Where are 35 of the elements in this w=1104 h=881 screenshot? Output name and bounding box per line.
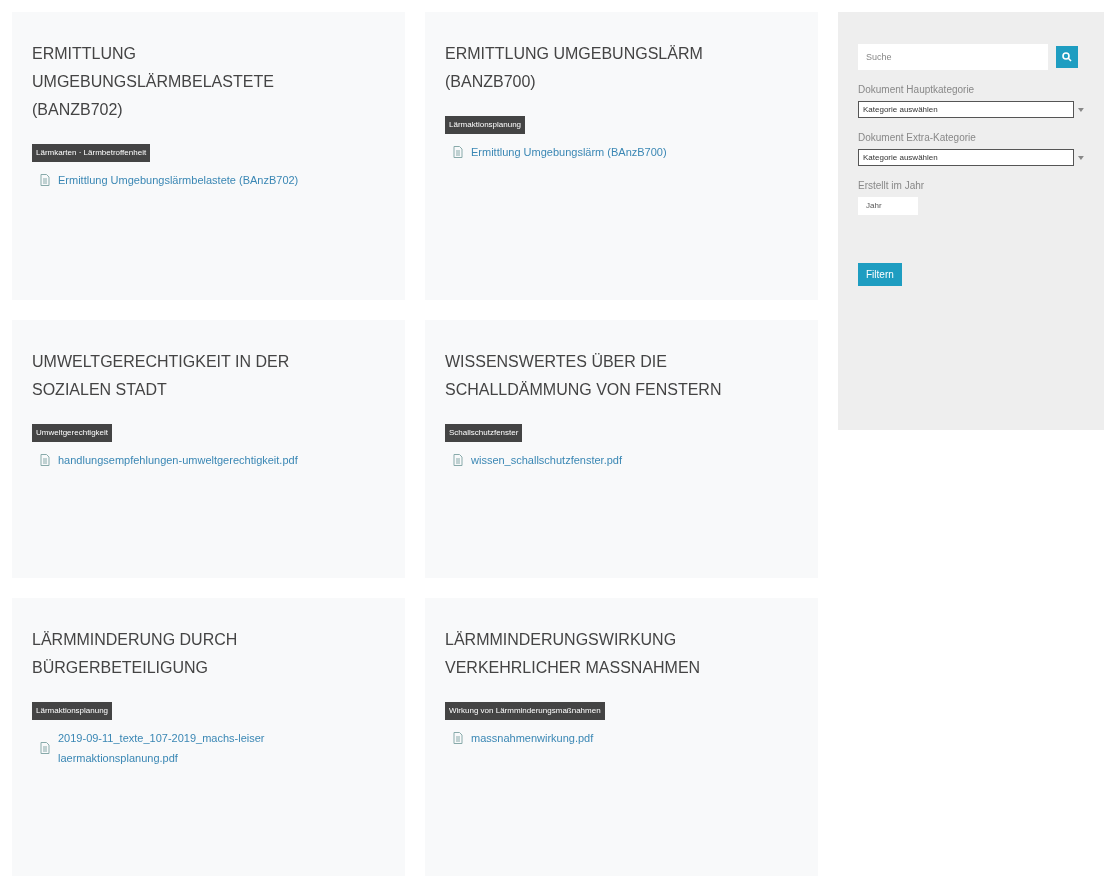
document-icon <box>40 742 50 754</box>
dropdown-arrow-icon[interactable] <box>1078 155 1084 160</box>
file-link[interactable]: 2019-09-11_texte_107-2019_machs-leiser laermaktionsplanung.pdf <box>58 728 308 768</box>
file-link[interactable]: massnahmenwirkung.pdf <box>471 728 721 748</box>
card-title: UMWELTGERECHTIGKEIT IN DER SOZIALEN STADT <box>32 352 291 400</box>
category-select[interactable]: Kategorie auswählen <box>858 101 1075 118</box>
document-icon <box>453 146 463 158</box>
file-link[interactable]: Ermittlung Umgebungslärm (BAnzB700) <box>471 142 721 162</box>
category-tag[interactable]: Lärmaktionsplanung <box>445 116 526 134</box>
file-link[interactable]: handlungsempfehlungen-umweltgerechtigkeit.pdf <box>58 450 308 470</box>
category-tag[interactable]: Lärmkarten · Lärmbetroffenheit <box>32 144 151 162</box>
category-tag[interactable]: Lärmaktionsplanung <box>32 702 113 720</box>
dropdown-arrow-icon[interactable] <box>1078 107 1084 112</box>
card-title: LÄRMMINDERUNGSWIRKUNG VERKEHRLICHER MASSNAHMEN <box>445 630 702 678</box>
category-select[interactable]: Kategorie auswählen <box>858 149 1075 166</box>
category-select[interactable]: Jahr <box>858 197 918 215</box>
search-button[interactable] <box>1056 46 1078 68</box>
category-tag[interactable]: Umweltgerechtigkeit <box>32 424 113 442</box>
search-icon <box>1062 52 1072 62</box>
category-tag[interactable]: Wirkung von Lärmminderungsmaßnahmen <box>445 702 605 720</box>
document-icon <box>453 732 463 744</box>
card-title: ERMITTLUNG UMGEBUNGSLÄRM (BANZB700) <box>445 44 704 92</box>
file-link[interactable]: Ermittlung Umgebungslärmbelastete (BAnzB702) <box>58 170 308 190</box>
search-field[interactable]: Suche <box>858 44 1048 70</box>
document-icon <box>40 174 50 186</box>
filter-label: Dokument Extra-Kategorie <box>858 131 977 145</box>
card-title: WISSENSWERTES ÜBER DIE SCHALLDÄMMUNG VON FENSTERN <box>445 352 723 400</box>
card-title: LÄRMMINDERUNG DURCH BÜRGERBETEILIGUNG <box>32 630 239 678</box>
document-icon <box>453 454 463 466</box>
filter-label: Dokument Hauptkategorie <box>858 83 976 97</box>
card-title: ERMITTLUNG UMGEBUNGSLÄRMBELASTETE (BANZB702) <box>32 44 275 120</box>
filter-label: Erstellt im Jahr <box>858 179 926 193</box>
category-tag[interactable]: Schallschutzfenster <box>445 424 523 442</box>
document-icon <box>40 454 50 466</box>
file-link[interactable]: wissen_schallschutzfenster.pdf <box>471 450 721 470</box>
